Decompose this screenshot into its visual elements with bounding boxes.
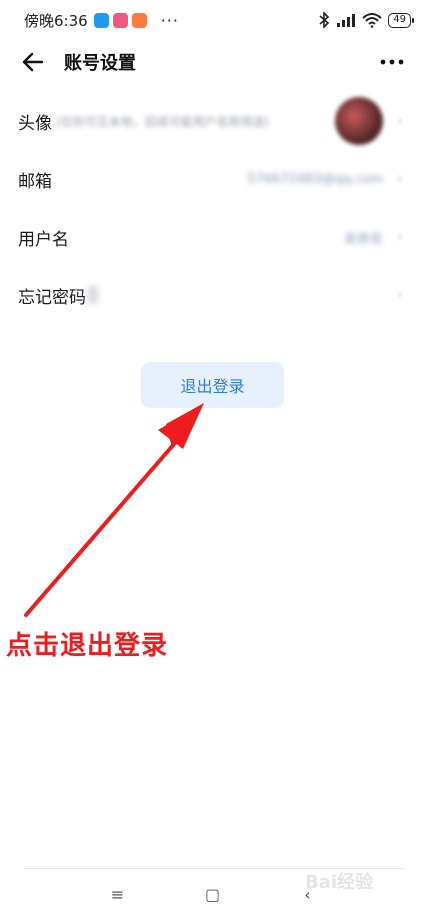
annotation-text: 点击退出登录 bbox=[6, 631, 169, 661]
username-label: 用户名 bbox=[18, 229, 69, 250]
blurred-region bbox=[88, 286, 98, 304]
settings-row-email[interactable]: 邮箱 576672483@qq.com › bbox=[0, 150, 425, 208]
settings-row-forgot-password[interactable]: 忘记密码 › bbox=[0, 266, 425, 324]
menu-icon[interactable]: ≡ bbox=[103, 879, 133, 909]
wifi-icon bbox=[362, 13, 382, 28]
watermark: Bai经验 bbox=[305, 872, 374, 893]
avatar-hint: (仅你可见本地，后续可能用户名称用途) bbox=[56, 114, 270, 129]
notification-app-icon-1 bbox=[93, 12, 109, 28]
email-value: 576672483@qq.com bbox=[247, 171, 383, 187]
home-icon[interactable]: ▢ bbox=[198, 879, 228, 909]
logout-button[interactable]: 退出登录 bbox=[141, 362, 284, 408]
avatar-image bbox=[335, 97, 383, 145]
back-arrow-icon[interactable] bbox=[18, 47, 48, 77]
status-right: 49 bbox=[318, 12, 414, 28]
username-value: 未命名 bbox=[343, 231, 383, 247]
top-nav-bar: 账号设置 bbox=[0, 40, 425, 84]
settings-list: 头像 (仅你可见本地，后续可能用户名称用途) › 邮箱 576672483@qq… bbox=[0, 92, 425, 324]
avatar-label: 头像 bbox=[18, 113, 52, 134]
cellular-signal-icon bbox=[337, 14, 356, 27]
status-bar: 傍晚6:36 ··· 49 bbox=[0, 0, 425, 40]
chevron-right-icon: › bbox=[397, 171, 403, 187]
chevron-right-icon: › bbox=[397, 113, 403, 129]
settings-row-avatar[interactable]: 头像 (仅你可见本地，后续可能用户名称用途) › bbox=[0, 92, 425, 150]
forgot-password-label: 忘记密码 bbox=[18, 287, 86, 308]
email-label: 邮箱 bbox=[18, 171, 52, 192]
chevron-right-icon: › bbox=[397, 229, 403, 245]
notification-app-icon-3 bbox=[131, 12, 147, 28]
battery-indicator: 49 bbox=[388, 12, 414, 28]
settings-row-username[interactable]: 用户名 未命名 › bbox=[0, 208, 425, 266]
more-notifications-icon: ··· bbox=[160, 10, 179, 30]
page-title: 账号设置 bbox=[64, 53, 136, 74]
bluetooth-icon bbox=[319, 12, 330, 28]
status-time: 傍晚6:36 bbox=[24, 11, 88, 30]
chevron-right-icon: › bbox=[397, 287, 403, 303]
notification-app-icon-2 bbox=[112, 12, 128, 28]
more-options-icon[interactable] bbox=[377, 47, 407, 77]
